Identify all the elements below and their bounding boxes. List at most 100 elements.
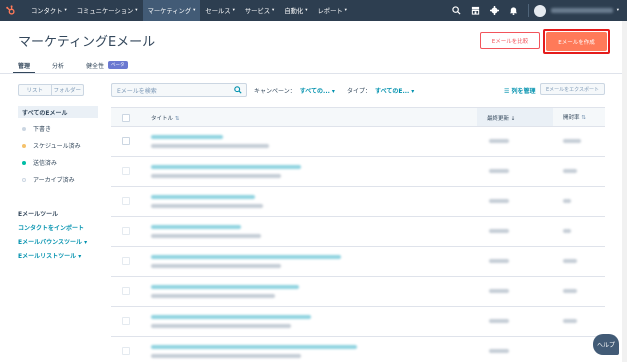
chevron-down-icon: ▾ (344, 8, 347, 13)
email-title-redacted[interactable] (151, 225, 241, 229)
email-title-redacted[interactable] (151, 165, 301, 169)
chevron-down-icon: ▾ (272, 8, 275, 13)
email-list-tools-link[interactable]: Eメールリストツール ▾ (18, 251, 81, 260)
nav-item-contacts[interactable]: コンタクト ▾ (26, 0, 72, 21)
table-row[interactable] (111, 217, 605, 247)
row-checkbox[interactable] (122, 167, 130, 175)
select-all-checkbox[interactable] (122, 114, 130, 122)
email-meta-redacted (151, 204, 263, 208)
top-nav: コンタクト ▾ コミュニケーション ▾ マーケティング ▾ セールス ▾ サービス ▾ 自… (0, 0, 627, 21)
nav-item-service[interactable]: サービス ▾ (240, 0, 279, 21)
table-row[interactable] (111, 337, 605, 362)
type-filter[interactable]: タイプ： すべてのE... ▾ (347, 86, 414, 95)
manage-columns-label: 列を管理 (511, 88, 536, 95)
row-checkbox[interactable] (122, 197, 130, 205)
last-updated-redacted (489, 139, 509, 143)
nav-item-label: コンタクト (31, 8, 63, 15)
manage-columns-button[interactable]: ☰ 列を管理 (504, 86, 536, 95)
search-input[interactable]: Eメールを検索 (111, 83, 247, 97)
tab-health[interactable]: 健全性 ベータ (86, 57, 128, 73)
table-row[interactable] (111, 307, 605, 337)
search-icon[interactable] (234, 86, 242, 96)
sort-icon: ⇅ (174, 116, 180, 122)
help-button[interactable]: ヘルプ (593, 334, 619, 355)
gear-icon[interactable] (485, 0, 504, 21)
sidebar-item-scheduled[interactable]: スケジュール済み (22, 141, 81, 150)
status-dot-icon (22, 126, 26, 131)
open-rate-redacted (563, 319, 577, 323)
filter-value[interactable]: すべての... (300, 88, 330, 95)
table-row[interactable] (111, 277, 605, 307)
nav-item-label: マーケティング (147, 8, 192, 15)
table-row[interactable] (111, 157, 605, 187)
account-name-redacted[interactable] (550, 8, 613, 13)
last-updated-redacted (489, 319, 509, 323)
marketplace-icon[interactable] (466, 0, 485, 21)
sidebar-item-all-emails[interactable]: すべてのEメール (18, 106, 98, 118)
row-checkbox[interactable] (122, 257, 130, 265)
tab-manage[interactable]: 管理 (12, 57, 36, 74)
chevron-down-icon: ▾ (232, 8, 235, 13)
column-header-open-rate[interactable]: 開封率 ⇅ (563, 113, 586, 121)
email-title-redacted[interactable] (151, 285, 299, 289)
table-row[interactable] (111, 247, 605, 277)
chevron-down-icon: ▾ (135, 8, 138, 13)
nav-item-sales[interactable]: セールス ▾ (200, 0, 239, 21)
page-scrollbar[interactable] (622, 21, 627, 362)
tab-label: 健全性 (86, 62, 105, 70)
tab-label: 分析 (52, 62, 65, 70)
sidebar-item-drafts[interactable]: 下書き (22, 124, 51, 133)
email-title-redacted[interactable] (151, 255, 341, 259)
avatar[interactable] (533, 4, 546, 17)
sidebar-item-label: アーカイブ済み (33, 177, 75, 184)
compare-emails-button[interactable]: Eメールを比較 (480, 32, 540, 49)
hubspot-logo-icon[interactable] (0, 0, 20, 21)
bell-icon[interactable] (504, 0, 523, 21)
tab-bar: 管理 分析 健全性 ベータ (12, 57, 150, 74)
import-contacts-link[interactable]: コンタクトをインポート (18, 223, 84, 232)
row-checkbox[interactable] (122, 227, 130, 235)
email-title-redacted[interactable] (151, 135, 223, 139)
row-checkbox[interactable] (122, 347, 130, 355)
search-icon[interactable] (447, 0, 466, 21)
last-updated-redacted (489, 259, 509, 263)
email-title-redacted[interactable] (151, 315, 311, 319)
nav-item-reports[interactable]: レポート ▾ (312, 0, 351, 21)
email-title-redacted[interactable] (151, 195, 255, 199)
filter-value[interactable]: すべてのE... (375, 88, 409, 95)
sidebar-item-label: スケジュール済み (33, 143, 81, 150)
nav-item-automation[interactable]: 自動化 ▾ (279, 0, 312, 21)
chevron-down-icon[interactable]: ▾ (617, 8, 619, 13)
column-header-last-updated[interactable]: 最終更新 ↓ (477, 107, 553, 127)
view-toggle: リスト フォルダー (18, 84, 84, 96)
tab-label: 管理 (18, 62, 31, 70)
tool-link-label: Eメールリストツール (18, 253, 77, 260)
nav-item-conversations[interactable]: コミュニケーション ▾ (72, 0, 143, 21)
toggle-folders[interactable]: フォルダー (51, 84, 84, 96)
nav-item-marketing[interactable]: マーケティング ▾ (142, 0, 201, 21)
column-header-title[interactable]: タイトル ⇅ (151, 114, 179, 122)
chevron-down-icon: ▾ (331, 88, 335, 95)
row-checkbox[interactable] (122, 317, 130, 325)
tab-analyze[interactable]: 分析 (52, 57, 64, 73)
nav-divider (527, 4, 529, 17)
sort-icon: ⇅ (581, 115, 586, 121)
chevron-down-icon: ▾ (64, 8, 67, 13)
export-emails-button[interactable]: Eメールをエクスポート (540, 83, 605, 95)
last-updated-redacted (489, 199, 509, 203)
email-title-redacted[interactable] (151, 345, 357, 349)
open-rate-redacted (563, 169, 577, 173)
toggle-list[interactable]: リスト (18, 84, 52, 96)
table-row[interactable] (111, 127, 605, 157)
nav-item-label: レポート (317, 8, 343, 15)
sidebar-item-sent[interactable]: 送信済み (22, 158, 57, 167)
email-meta-redacted (151, 324, 291, 328)
sidebar-item-archived[interactable]: アーカイブ済み (22, 175, 75, 184)
email-bounce-tools-link[interactable]: Eメールバウンスツール ▾ (18, 237, 87, 246)
campaign-filter[interactable]: キャンペーン： すべての... ▾ (254, 86, 335, 95)
row-checkbox[interactable] (122, 287, 130, 295)
chevron-down-icon: ▾ (193, 8, 196, 13)
table-row[interactable] (111, 187, 605, 217)
create-email-button[interactable]: Eメールを作成 (546, 32, 607, 51)
row-checkbox[interactable] (122, 137, 130, 145)
